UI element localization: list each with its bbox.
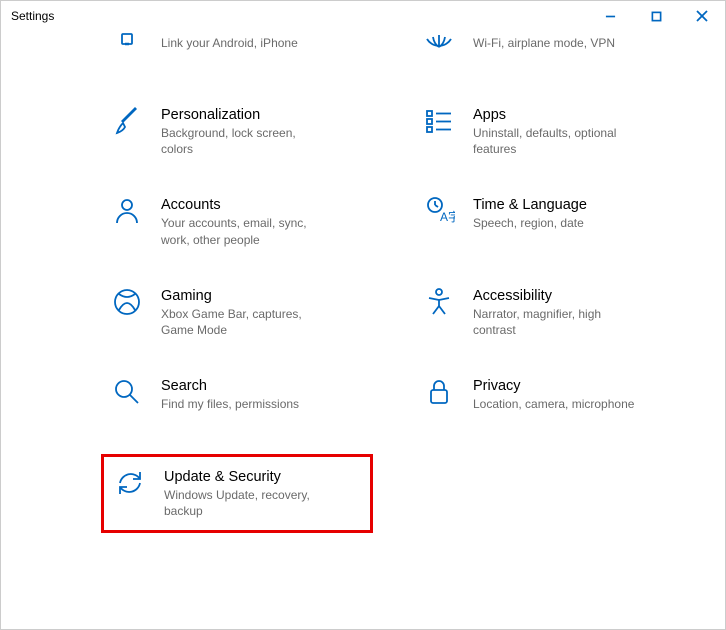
tile-title: Gaming	[161, 288, 365, 304]
tile-title: Time & Language	[473, 197, 677, 213]
minimize-button[interactable]	[587, 1, 633, 31]
maximize-button[interactable]	[633, 1, 679, 31]
tile-accessibility[interactable]: Accessibility Narrator, magnifier, high …	[413, 276, 685, 348]
tile-desc: Wi-Fi, airplane mode, VPN	[473, 35, 643, 51]
tile-desc: Uninstall, defaults, optional features	[473, 125, 643, 157]
tile-desc: Link your Android, iPhone	[161, 35, 331, 51]
tile-gaming[interactable]: Gaming Xbox Game Bar, captures, Game Mod…	[101, 276, 373, 348]
tile-title: Privacy	[473, 378, 677, 394]
phone-icon	[109, 31, 145, 67]
tile-desc: Speech, region, date	[473, 215, 643, 231]
globe-icon	[421, 31, 457, 67]
tile-privacy[interactable]: Privacy Location, camera, microphone	[413, 366, 685, 436]
tile-phone[interactable]: Link your Android, iPhone	[101, 31, 373, 77]
xbox-icon	[109, 286, 145, 322]
titlebar: Settings	[1, 1, 725, 31]
apps-list-icon	[421, 105, 457, 141]
settings-grid: Link your Android, iPhone Wi-Fi, airplan…	[101, 31, 685, 533]
tile-desc: Xbox Game Bar, captures, Game Mode	[161, 306, 331, 338]
tile-title: Personalization	[161, 107, 365, 123]
tile-title: Accounts	[161, 197, 365, 213]
tile-title: Apps	[473, 107, 677, 123]
search-icon	[109, 376, 145, 412]
person-icon	[109, 195, 145, 231]
accessibility-icon	[421, 286, 457, 322]
tile-desc: Background, lock screen, colors	[161, 125, 331, 157]
tile-accounts[interactable]: Accounts Your accounts, email, sync, wor…	[101, 185, 373, 257]
tile-personalization[interactable]: Personalization Background, lock screen,…	[101, 95, 373, 167]
tile-network[interactable]: Wi-Fi, airplane mode, VPN	[413, 31, 685, 77]
sync-icon	[112, 467, 148, 503]
tile-desc: Find my files, permissions	[161, 396, 331, 412]
window-controls	[587, 1, 725, 31]
tile-title: Update & Security	[164, 469, 362, 485]
window-title: Settings	[11, 9, 54, 23]
tile-title: Accessibility	[473, 288, 677, 304]
tile-desc: Windows Update, recovery, backup	[164, 487, 334, 519]
paintbrush-icon	[109, 105, 145, 141]
tile-title: Search	[161, 378, 365, 394]
tile-search[interactable]: Search Find my files, permissions	[101, 366, 373, 436]
svg-text:A字: A字	[440, 209, 455, 224]
tile-desc: Your accounts, email, sync, work, other …	[161, 215, 331, 247]
lock-icon	[421, 376, 457, 412]
close-button[interactable]	[679, 1, 725, 31]
clock-language-icon: A字	[421, 195, 457, 231]
tile-apps[interactable]: Apps Uninstall, defaults, optional featu…	[413, 95, 685, 167]
tile-desc: Narrator, magnifier, high contrast	[473, 306, 643, 338]
tile-desc: Location, camera, microphone	[473, 396, 643, 412]
tile-time-language[interactable]: A字 Time & Language Speech, region, date	[413, 185, 685, 257]
settings-content: Link your Android, iPhone Wi-Fi, airplan…	[1, 31, 725, 553]
tile-update-security[interactable]: Update & Security Windows Update, recove…	[101, 454, 373, 532]
